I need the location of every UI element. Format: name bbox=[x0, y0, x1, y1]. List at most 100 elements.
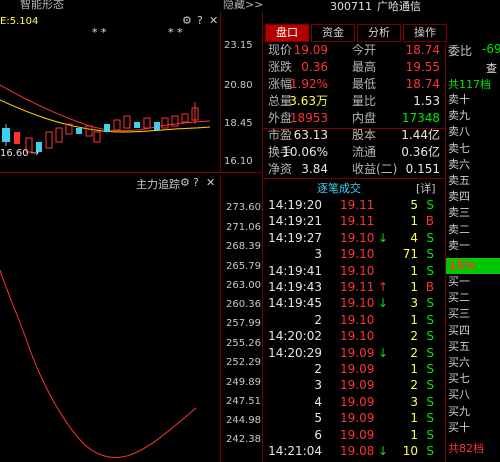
indicator-chart bbox=[0, 269, 197, 458]
kline-ytick: 18.45 bbox=[224, 118, 253, 129]
sell-level[interactable]: 卖十 bbox=[446, 93, 500, 108]
sell-level[interactable]: 卖一 bbox=[446, 239, 500, 254]
trades-title: 逐笔成交 bbox=[317, 182, 361, 195]
indicator-ytick: 260.36 bbox=[226, 299, 261, 310]
kline-ytick: 16.10 bbox=[224, 156, 253, 167]
chart-axis-line-bottom bbox=[220, 175, 221, 462]
quote-label: 现价 bbox=[268, 43, 293, 57]
quote-label: 最高 bbox=[352, 60, 377, 74]
indicator-ytick: 271.06 bbox=[226, 222, 261, 233]
quote-value: 1.92% bbox=[289, 77, 328, 91]
ma-label: E:5.104 bbox=[0, 16, 39, 27]
indicator-ytick: 268.39 bbox=[226, 241, 261, 252]
indicator-ytick: 273.60 bbox=[226, 202, 261, 213]
hide-panel-link[interactable]: 隐藏>> bbox=[223, 0, 263, 12]
buy-level[interactable]: 买四 bbox=[446, 324, 500, 339]
quote-label: 涨跌 bbox=[268, 60, 293, 74]
buy-level[interactable]: 买六 bbox=[446, 356, 500, 371]
sell-level[interactable]: 卖三 bbox=[446, 206, 500, 221]
quote-value: 1.53 bbox=[413, 94, 440, 108]
tab-fenxi[interactable]: 分析 bbox=[357, 24, 401, 42]
indicator-ytick: 242.38 bbox=[226, 434, 261, 445]
candle bbox=[181, 113, 189, 123]
buy-total: 共82档 bbox=[448, 442, 484, 455]
sell-level[interactable]: 卖五 bbox=[446, 174, 500, 189]
quote-value: 1.44亿 bbox=[401, 128, 440, 142]
mid-pct-value: 15% bbox=[449, 259, 476, 272]
buy-level[interactable]: 买八 bbox=[446, 388, 500, 403]
sell-level[interactable]: 卖六 bbox=[446, 158, 500, 173]
indicator-ytick: 265.79 bbox=[226, 261, 261, 272]
quote-label: 今开 bbox=[352, 43, 377, 57]
stock-code: 300711 bbox=[330, 0, 372, 13]
quote-value: 0.151 bbox=[405, 162, 440, 176]
help-icon[interactable]: ? bbox=[197, 14, 203, 27]
ratio-label: 委比 bbox=[448, 44, 473, 58]
quote-label: 净资 bbox=[268, 162, 293, 176]
panel-divider-vertical bbox=[262, 12, 263, 462]
buy-level[interactable]: 买九 bbox=[446, 405, 500, 420]
buy-level[interactable]: 买十 bbox=[446, 421, 500, 436]
candle bbox=[154, 122, 160, 130]
indicator-ytick: 252.29 bbox=[226, 357, 261, 368]
quote-value: 18.74 bbox=[405, 43, 440, 57]
sell-level[interactable]: 卖九 bbox=[446, 109, 500, 124]
candle bbox=[55, 127, 63, 143]
tab-pankou[interactable]: 盘口 bbox=[265, 24, 309, 42]
indicator-close-icon[interactable]: ✕ bbox=[206, 176, 215, 189]
quote-row: 涨跌 0.36 最高 19.55 bbox=[266, 59, 444, 76]
indicator-ytick: 257.99 bbox=[226, 318, 261, 329]
buy-level[interactable]: 买一 bbox=[446, 275, 500, 290]
buy-level[interactable]: 买七 bbox=[446, 372, 500, 387]
sell-level[interactable]: 卖七 bbox=[446, 142, 500, 157]
gear-icon[interactable]: ⚙ bbox=[182, 14, 192, 27]
trade-time: 14:21:04 bbox=[268, 444, 322, 458]
ratio-value: -69 bbox=[482, 42, 500, 56]
indicator-gear-icon[interactable]: ⚙ bbox=[180, 176, 190, 189]
candle bbox=[76, 128, 82, 134]
candle bbox=[161, 117, 169, 129]
quote-row: 现价 19.09 今开 18.74 bbox=[266, 42, 444, 59]
chart-axis-line-top bbox=[220, 12, 221, 172]
mid-pct-badge: 15% bbox=[446, 258, 500, 274]
trade-arrow: ↓ bbox=[378, 444, 389, 458]
close-icon[interactable]: ✕ bbox=[209, 14, 218, 27]
quote-row: 净资 3.84 收益(二) 0.151 bbox=[266, 161, 444, 178]
sell-level[interactable]: 卖四 bbox=[446, 190, 500, 205]
candle bbox=[143, 117, 151, 129]
trades-separator bbox=[263, 178, 445, 179]
trade-price: 19.08 bbox=[340, 444, 375, 458]
quote-label: 量比 bbox=[352, 94, 377, 108]
quote-label: 最低 bbox=[352, 77, 377, 91]
chart-divider-horizontal bbox=[0, 172, 262, 173]
candle bbox=[113, 119, 121, 131]
quote-value: 10.06% bbox=[282, 145, 328, 159]
indicator-line bbox=[0, 269, 197, 458]
buy-level[interactable]: 买五 bbox=[446, 340, 500, 355]
quote-value: 3.63万 bbox=[289, 94, 328, 108]
buy-level[interactable]: 买三 bbox=[446, 307, 500, 322]
quote-label: 市盈 bbox=[268, 128, 293, 142]
sell-level[interactable]: 卖二 bbox=[446, 223, 500, 238]
quote-label: 内盘 bbox=[352, 111, 377, 125]
stock-name: 广哈通信 bbox=[377, 0, 421, 13]
query-button[interactable]: 查 bbox=[486, 60, 497, 76]
candle bbox=[104, 124, 110, 132]
indicator-ytick: 247.51 bbox=[226, 396, 261, 407]
quote-value: 19.09 bbox=[293, 43, 328, 57]
quote-value: 63.13 bbox=[293, 128, 328, 142]
quote-value: 17348 bbox=[401, 111, 440, 125]
sell-level[interactable]: 卖八 bbox=[446, 125, 500, 140]
quote-value: 0.36亿 bbox=[401, 145, 440, 159]
sell-total: 共117档 bbox=[448, 78, 491, 91]
quote-row: 总量 3.63万 量比 1.53 bbox=[266, 93, 444, 110]
trades-detail-button[interactable]: [详] bbox=[416, 180, 436, 196]
candle bbox=[14, 132, 20, 144]
trade-row: 14:21:04 19.08 ↓ 10 S bbox=[266, 442, 444, 461]
quote-value: 19.55 bbox=[405, 60, 440, 74]
buy-level[interactable]: 买二 bbox=[446, 291, 500, 306]
indicator-help-icon[interactable]: ? bbox=[193, 176, 199, 189]
tab-caozuo[interactable]: 操作 bbox=[403, 24, 447, 42]
tab-zijin[interactable]: 资金 bbox=[311, 24, 355, 42]
quote-value: 0.36 bbox=[301, 60, 328, 74]
